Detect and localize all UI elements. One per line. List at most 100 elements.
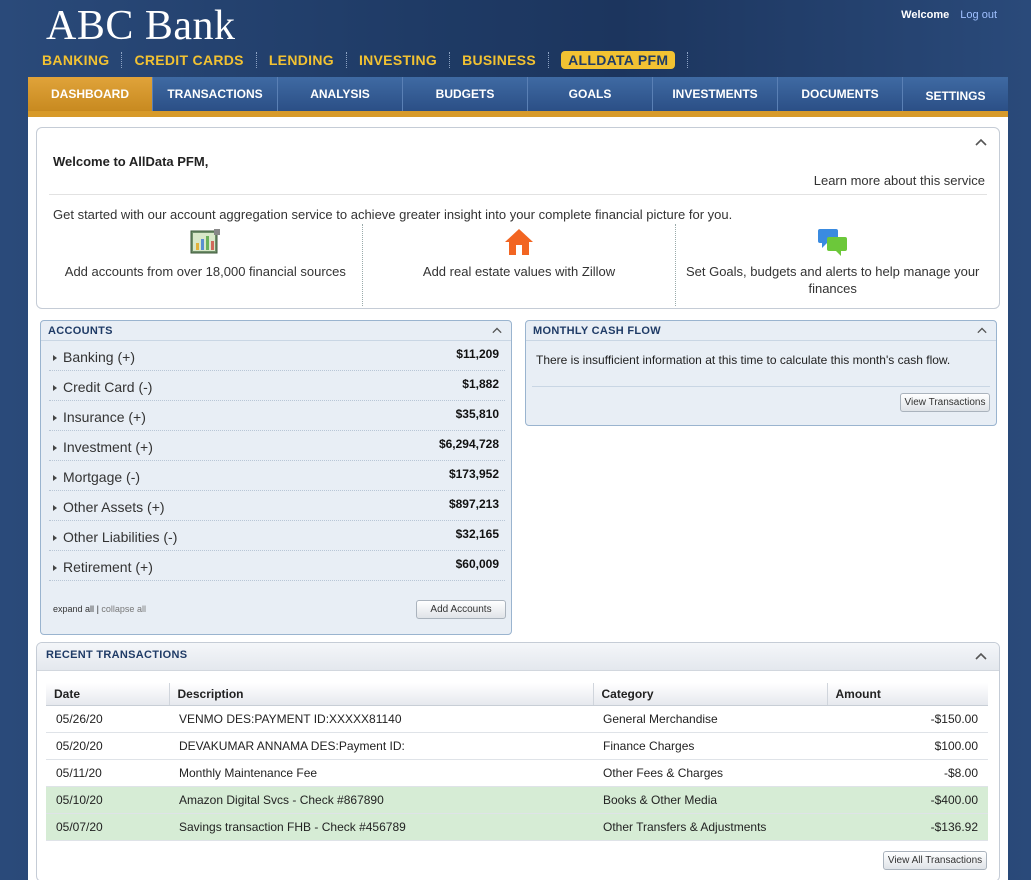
account-row-investment[interactable]: Investment (+) $6,294,728 bbox=[49, 431, 505, 461]
welcome-panel: Welcome to AllData PFM, Learn more about… bbox=[36, 127, 1000, 309]
tx-date: 05/20/20 bbox=[46, 732, 169, 760]
divider bbox=[49, 194, 987, 195]
tx-category: Finance Charges bbox=[593, 732, 827, 760]
feature-goals-text: Set Goals, budgets and alerts to help ma… bbox=[685, 264, 980, 296]
account-name: Investment (+) bbox=[63, 439, 153, 455]
table-row[interactable]: 05/20/20 DEVAKUMAR ANNAMA DES:Payment ID… bbox=[46, 732, 988, 760]
account-value: $173,952 bbox=[448, 467, 499, 481]
feature-real-estate-text: Add real estate values with Zillow bbox=[422, 264, 616, 279]
view-all-transactions-button[interactable]: View All Transactions bbox=[883, 851, 987, 870]
expand-arrow-icon bbox=[53, 535, 57, 541]
expand-arrow-icon bbox=[53, 475, 57, 481]
chevron-up-icon[interactable] bbox=[977, 326, 987, 336]
tx-amount: -$150.00 bbox=[827, 705, 988, 733]
tx-amount: -$400.00 bbox=[827, 786, 988, 814]
account-row-insurance[interactable]: Insurance (+) $35,810 bbox=[49, 401, 505, 431]
welcome-text: Welcome bbox=[901, 9, 950, 21]
expand-arrow-icon bbox=[53, 415, 57, 421]
table-row[interactable]: 05/11/20 Monthly Maintenance Fee Other F… bbox=[46, 759, 988, 787]
feature-list: Add accounts from over 18,000 financial … bbox=[49, 224, 989, 306]
nav-alldata-pfm[interactable]: ALLDATA PFM bbox=[549, 51, 689, 69]
account-name: Mortgage (-) bbox=[63, 469, 141, 485]
cash-flow-message: There is insufficient information at thi… bbox=[536, 353, 951, 367]
account-value: $897,213 bbox=[448, 497, 499, 511]
tx-description: VENMO DES:PAYMENT ID:XXXXX81140 bbox=[169, 705, 593, 733]
account-row-other-liabilities[interactable]: Other Liabilities (-) $32,165 bbox=[49, 521, 505, 551]
tx-amount: -$136.92 bbox=[827, 813, 988, 841]
column-date[interactable]: Date bbox=[46, 683, 170, 706]
tab-analysis[interactable]: ANALYSIS bbox=[278, 77, 403, 111]
tab-documents[interactable]: DOCUMENTS bbox=[778, 77, 903, 111]
add-accounts-button[interactable]: Add Accounts bbox=[416, 600, 506, 619]
nav-business[interactable]: BUSINESS bbox=[450, 52, 550, 68]
nav-alldata-pfm-label: ALLDATA PFM bbox=[561, 51, 676, 69]
nav-banking[interactable]: BANKING bbox=[42, 52, 123, 68]
expand-all-link[interactable]: expand all bbox=[53, 604, 94, 614]
feature-add-accounts[interactable]: Add accounts from over 18,000 financial … bbox=[49, 224, 363, 306]
table-row[interactable]: 05/10/20 Amazon Digital Svcs - Check #86… bbox=[46, 786, 988, 814]
tx-amount: $100.00 bbox=[827, 732, 988, 760]
account-row-banking[interactable]: Banking (+) $11,209 bbox=[49, 341, 505, 371]
cash-flow-title: MONTHLY CASH FLOW bbox=[526, 321, 996, 341]
table-header-row: Date Description Category Amount bbox=[46, 683, 988, 706]
account-name: Retirement (+) bbox=[63, 559, 153, 575]
tab-goals[interactable]: GOALS bbox=[528, 77, 653, 111]
tab-dashboard[interactable]: DASHBOARD bbox=[28, 77, 153, 111]
expand-collapse-links: expand all | collapse all bbox=[53, 604, 146, 614]
tab-investments[interactable]: INVESTMENTS bbox=[653, 77, 778, 111]
tab-transactions[interactable]: TRANSACTIONS bbox=[153, 77, 278, 111]
feature-real-estate[interactable]: Add real estate values with Zillow bbox=[363, 224, 677, 306]
account-name: Other Liabilities (-) bbox=[63, 529, 178, 545]
nav-investing[interactable]: INVESTING bbox=[347, 52, 451, 68]
tab-budgets[interactable]: BUDGETS bbox=[403, 77, 528, 111]
account-name: Other Assets (+) bbox=[63, 499, 165, 515]
account-row-credit-card[interactable]: Credit Card (-) $1,882 bbox=[49, 371, 505, 401]
tx-description: Amazon Digital Svcs - Check #867890 bbox=[169, 786, 593, 814]
feature-goals[interactable]: Set Goals, budgets and alerts to help ma… bbox=[676, 224, 989, 306]
account-value: $11,209 bbox=[456, 347, 499, 361]
feature-add-accounts-text: Add accounts from over 18,000 financial … bbox=[64, 264, 346, 279]
tx-category: Books & Other Media bbox=[593, 786, 827, 814]
expand-arrow-icon bbox=[53, 445, 57, 451]
collapse-all-link[interactable]: collapse all bbox=[101, 604, 146, 614]
transactions-table: Date Description Category Amount 05/26/2… bbox=[46, 683, 988, 841]
tx-category: Other Fees & Charges bbox=[593, 759, 827, 787]
column-amount[interactable]: Amount bbox=[827, 683, 988, 706]
tx-description: DEVAKUMAR ANNAMA DES:Payment ID: bbox=[169, 732, 593, 760]
link-separator: | bbox=[96, 604, 99, 614]
chevron-up-icon[interactable] bbox=[492, 326, 502, 336]
expand-arrow-icon bbox=[53, 505, 57, 511]
user-links: Welcome Log out bbox=[901, 9, 997, 21]
tx-description: Savings transaction FHB - Check #456789 bbox=[169, 813, 593, 841]
main-content: Welcome to AllData PFM, Learn more about… bbox=[28, 117, 1008, 880]
recent-transactions-title: RECENT TRANSACTIONS bbox=[37, 643, 999, 671]
account-name: Insurance (+) bbox=[63, 409, 146, 425]
account-value: $1,882 bbox=[462, 377, 499, 391]
account-row-mortgage[interactable]: Mortgage (-) $173,952 bbox=[49, 461, 505, 491]
account-value: $6,294,728 bbox=[438, 437, 499, 451]
account-name: Credit Card (-) bbox=[63, 379, 153, 395]
logout-link[interactable]: Log out bbox=[960, 9, 997, 21]
accounts-panel: ACCOUNTS Banking (+) $11,209 Credit Card … bbox=[40, 320, 512, 635]
intro-text: Get started with our account aggregation… bbox=[53, 207, 733, 222]
chat-bubbles-icon bbox=[817, 229, 847, 256]
expand-arrow-icon bbox=[53, 385, 57, 391]
account-row-other-assets[interactable]: Other Assets (+) $897,213 bbox=[49, 491, 505, 521]
expand-arrow-icon bbox=[53, 565, 57, 571]
view-transactions-button[interactable]: View Transactions bbox=[900, 393, 990, 412]
chevron-up-icon[interactable] bbox=[975, 137, 987, 149]
column-description[interactable]: Description bbox=[169, 683, 594, 706]
chevron-up-icon[interactable] bbox=[975, 651, 987, 663]
nav-credit-cards[interactable]: CREDIT CARDS bbox=[122, 52, 257, 68]
column-category[interactable]: Category bbox=[593, 683, 828, 706]
bank-logo[interactable]: ABC Bank bbox=[46, 2, 236, 50]
learn-more-link[interactable]: Learn more about this service bbox=[814, 173, 985, 188]
nav-lending[interactable]: LENDING bbox=[257, 52, 347, 68]
account-row-retirement[interactable]: Retirement (+) $60,009 bbox=[49, 551, 505, 581]
table-row[interactable]: 05/26/20 VENMO DES:PAYMENT ID:XXXXX81140… bbox=[46, 705, 988, 733]
tx-category: General Merchandise bbox=[593, 705, 827, 733]
tx-date: 05/07/20 bbox=[46, 813, 169, 841]
table-row[interactable]: 05/07/20 Savings transaction FHB - Check… bbox=[46, 813, 988, 841]
tab-settings[interactable]: SETTINGS bbox=[903, 77, 1008, 111]
tx-category: Other Transfers & Adjustments bbox=[593, 813, 827, 841]
